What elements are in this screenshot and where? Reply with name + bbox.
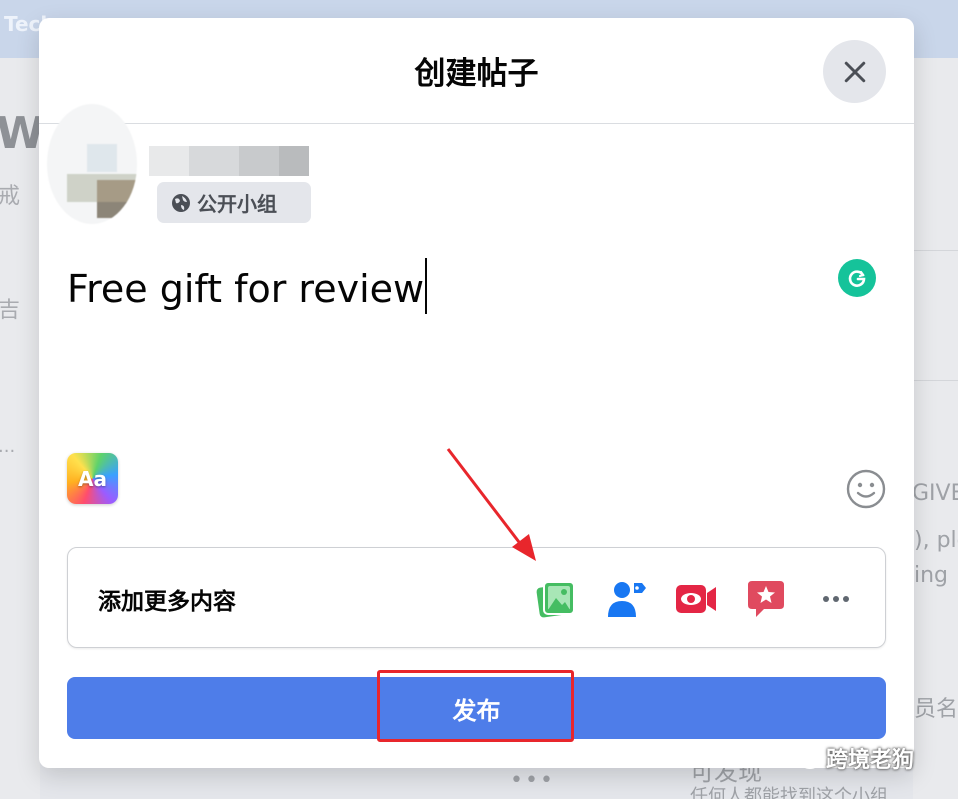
tag-people-icon [608, 582, 646, 617]
photo-video-icon [536, 581, 575, 618]
grammarly-g-icon [848, 270, 866, 287]
post-text-input[interactable]: Free gift for review [67, 258, 428, 314]
background-left-panel [0, 58, 40, 799]
dialog-header: 创建帖子 [39, 18, 914, 124]
background-left-text: 戒 [0, 184, 21, 209]
create-post-dialog: 创建帖子 公开小组 Free gift for review Aa 添加更多内容… [39, 18, 914, 768]
privacy-selector[interactable]: 公开小组 [157, 182, 311, 223]
background-right-text: 员名单 [914, 697, 958, 722]
watermark-text: 跨境老狗 [826, 748, 915, 773]
background-bottom-text-2: 任何人都能找到这个小组 [690, 786, 888, 799]
text-caret [425, 258, 428, 314]
background-more-dots: ••• [510, 768, 555, 793]
background-divider [913, 250, 958, 251]
wechat-icon [790, 746, 820, 769]
more-icon [823, 596, 849, 602]
close-button[interactable] [823, 40, 886, 103]
close-icon [844, 61, 865, 82]
privacy-label: 公开小组 [197, 192, 277, 216]
more-options-button[interactable] [814, 577, 858, 621]
post-text-value: Free gift for review [67, 267, 425, 311]
background-right-text: ing [914, 563, 949, 588]
grammarly-icon[interactable] [838, 259, 876, 297]
background-right-text: GIVE [912, 481, 958, 506]
avatar[interactable] [47, 104, 137, 224]
text-background-button[interactable]: Aa [67, 453, 118, 504]
dialog-title: 创建帖子 [414, 56, 539, 92]
author-name-blurred[interactable] [149, 146, 309, 176]
emoji-icon[interactable] [845, 468, 887, 510]
background-left-text-2: 吉 [0, 298, 21, 323]
background-left-dots: ... [0, 436, 16, 457]
background-left-heading: W [0, 108, 45, 159]
annotation-highlight-box [377, 670, 574, 742]
feeling-activity-button[interactable] [744, 577, 788, 621]
add-to-post-bar: 添加更多内容 [67, 547, 886, 648]
background-right-text: ), plo [914, 528, 958, 553]
live-video-button[interactable] [674, 577, 718, 621]
background-divider [913, 380, 958, 381]
globe-icon [172, 193, 190, 212]
add-to-post-label: 添加更多内容 [98, 589, 236, 615]
feeling-icon [748, 581, 784, 617]
photo-video-button[interactable] [534, 577, 578, 621]
background-right-panel [913, 58, 958, 799]
text-style-label: Aa [78, 466, 107, 491]
watermark: 跨境老狗 [790, 742, 914, 774]
tag-people-button[interactable] [604, 577, 648, 621]
live-video-icon [676, 585, 716, 613]
